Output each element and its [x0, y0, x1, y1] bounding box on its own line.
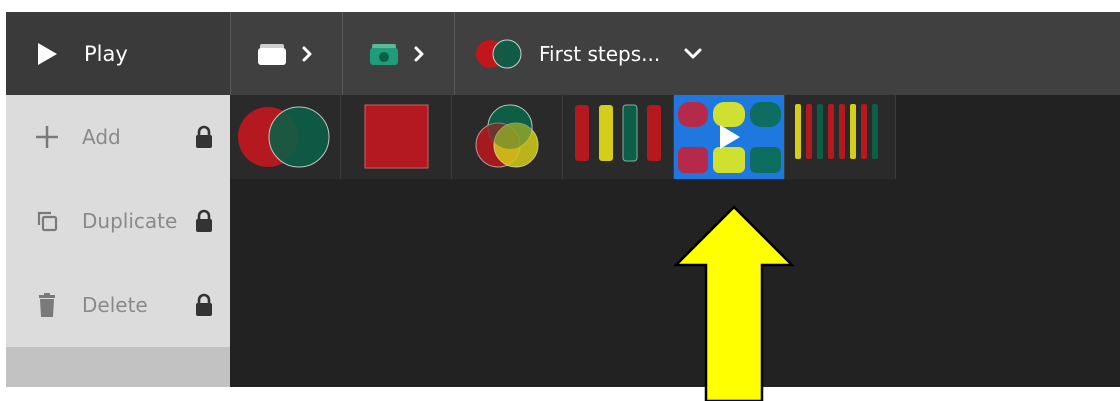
- trash-icon: [39, 293, 55, 317]
- sidebar: Add Duplicate Delete: [6, 95, 230, 387]
- lock-icon: [196, 209, 212, 232]
- play-overlay-icon: [720, 125, 740, 149]
- breadcrumb-current-project[interactable]: First steps...: [454, 12, 1120, 95]
- chevron-down-icon[interactable]: [682, 47, 704, 61]
- add-button[interactable]: Add: [6, 95, 230, 179]
- breadcrumb-subfolder[interactable]: [342, 12, 454, 95]
- delete-label: Delete: [82, 293, 148, 317]
- lock-icon: [196, 125, 212, 148]
- plus-icon: [36, 126, 58, 148]
- thumbnail-many-vertical-bars[interactable]: [785, 95, 896, 179]
- chevron-right-icon: [302, 46, 312, 61]
- chevron-right-icon: [414, 46, 424, 61]
- delete-button[interactable]: Delete: [6, 263, 230, 347]
- thumbnail-two-overlapping-circles[interactable]: [230, 95, 341, 179]
- thumbnail-four-vertical-bars[interactable]: [563, 95, 674, 179]
- top-toolbar: Play First steps...: [6, 12, 1120, 95]
- sidebar-footer: [6, 347, 230, 387]
- play-icon: [38, 42, 57, 65]
- play-label: Play: [84, 41, 128, 66]
- project-circles-icon: [476, 39, 522, 68]
- thumbnail-red-square[interactable]: [341, 95, 452, 179]
- folder-icon: [258, 43, 286, 65]
- app-window: Play First steps... Add Duplicate Delete: [6, 12, 1120, 387]
- project-title: First steps...: [539, 41, 661, 66]
- green-folder-icon: [370, 43, 398, 65]
- play-button[interactable]: Play: [6, 12, 230, 95]
- breadcrumb-root-folder[interactable]: [230, 12, 342, 95]
- duplicate-icon: [37, 211, 58, 232]
- duplicate-label: Duplicate: [82, 209, 178, 233]
- lock-icon: [196, 293, 212, 316]
- yellow-up-arrow-annotation: [672, 205, 796, 401]
- thumbnail-three-overlapping-circles[interactable]: [452, 95, 563, 179]
- add-label: Add: [82, 125, 121, 149]
- thumbnail-rounded-tiles-grid[interactable]: [674, 95, 785, 179]
- duplicate-button[interactable]: Duplicate: [6, 179, 230, 263]
